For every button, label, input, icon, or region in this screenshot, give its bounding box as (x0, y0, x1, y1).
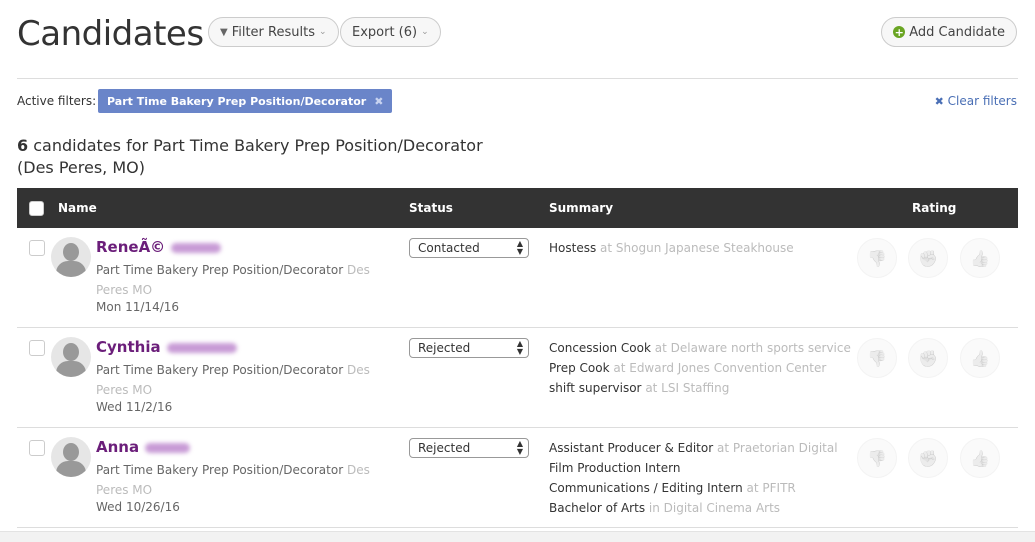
page-title: Candidates (17, 14, 204, 54)
close-icon[interactable]: ✖ (374, 95, 383, 108)
candidate-date: Wed 11/2/16 (96, 400, 173, 414)
redacted-surname (171, 242, 222, 253)
summary-detail: in Digital Cinema Arts (648, 501, 781, 515)
summary-detail: at LSI Staffing (645, 381, 730, 395)
summary-title: Hostess (549, 241, 597, 255)
thumbs-down-icon[interactable]: 👎 (857, 238, 897, 278)
candidate-name-link[interactable]: Anna (96, 438, 191, 456)
candidate-job: Part Time Bakery Prep Position/Decorator… (96, 363, 370, 397)
candidate-job: Part Time Bakery Prep Position/Decorator… (96, 463, 370, 497)
candidate-summary: Assistant Producer & Editor at Praetoria… (549, 438, 838, 518)
candidate-date: Wed 10/26/16 (96, 500, 180, 514)
candidate-summary: Hostess at Shogun Japanese Steakhouse (549, 238, 794, 258)
clear-filters-label: Clear filters (947, 94, 1017, 108)
candidate-summary: Concession Cook at Delaware north sports… (549, 338, 851, 398)
select-all-checkbox[interactable] (29, 201, 44, 216)
thumbs-up-icon[interactable]: 👍 (960, 338, 1000, 378)
select-arrows-icon: ▲ ▼ (516, 339, 523, 356)
filter-icon: ▼ (220, 26, 228, 38)
status-select[interactable]: Contacted ▲ ▼ (409, 238, 529, 258)
table-row: ReneÃ© Part Time Bakery Prep Position/De… (17, 228, 1018, 328)
add-candidate-button[interactable]: + Add Candidate (881, 17, 1017, 47)
select-arrows-icon: ▲ ▼ (516, 239, 523, 256)
summary-title: Concession Cook (549, 341, 651, 355)
thumbs-up-icon[interactable]: 👍 (960, 238, 1000, 278)
table-row: Cynthia Part Time Bakery Prep Position/D… (17, 328, 1018, 428)
column-rating: Rating (912, 201, 957, 215)
summary-title: Prep Cook (549, 361, 610, 375)
filter-results-label: Filter Results (231, 24, 315, 40)
thumbs-down-icon[interactable]: 👎 (857, 438, 897, 478)
results-heading: 6 candidates for Part Time Bakery Prep P… (17, 135, 483, 179)
summary-detail: at Delaware north sports service (654, 341, 851, 355)
candidate-name-link[interactable]: Cynthia (96, 338, 237, 356)
export-label: Export (6) (352, 24, 418, 40)
summary-title: shift supervisor (549, 381, 642, 395)
summary-detail: at Shogun Japanese Steakhouse (600, 241, 794, 255)
summary-line: Assistant Producer & Editor at Praetoria… (549, 438, 838, 458)
summary-detail: at PFITR (746, 481, 796, 495)
plus-circle-icon: + (893, 25, 906, 39)
summary-line: Bachelor of Arts in Digital Cinema Arts (549, 498, 838, 518)
filter-chip-label: Part Time Bakery Prep Position/Decorator (107, 94, 367, 108)
thumbs-down-icon[interactable]: 👎 (857, 338, 897, 378)
table-header: Name Status Summary Rating (17, 188, 1018, 228)
summary-detail: at Praetorian Digital (716, 441, 838, 455)
add-candidate-label: Add Candidate (909, 24, 1005, 40)
active-filters-label: Active filters: (17, 94, 97, 108)
summary-line: Prep Cook at Edward Jones Convention Cen… (549, 358, 851, 378)
clear-filters-link[interactable]: ✖ Clear filters (935, 94, 1017, 108)
summary-title: Bachelor of Arts (549, 501, 646, 515)
avatar (51, 237, 91, 277)
redacted-surname (166, 342, 237, 353)
avatar (51, 337, 91, 377)
footer (0, 531, 1035, 542)
export-button[interactable]: Export (6) ⌄ (340, 17, 441, 47)
candidate-job: Part Time Bakery Prep Position/Decorator… (96, 263, 370, 297)
result-text: candidates for Part Time Bakery Prep Pos… (28, 136, 483, 155)
avatar (51, 437, 91, 477)
row-checkbox[interactable] (29, 440, 45, 456)
row-checkbox[interactable] (29, 240, 45, 256)
close-icon: ✖ (934, 95, 944, 108)
status-select[interactable]: Rejected ▲ ▼ (409, 338, 529, 358)
thumbs-up-icon[interactable]: 👍 (960, 438, 1000, 478)
chevron-down-icon: ⌄ (318, 27, 327, 37)
result-count: 6 (17, 136, 29, 155)
candidate-date: Mon 11/14/16 (96, 300, 180, 314)
column-name: Name (58, 201, 97, 215)
select-arrows-icon: ▲ ▼ (516, 439, 523, 456)
summary-title: Communications / Editing Intern (549, 481, 743, 495)
summary-title: Film Production Intern (549, 461, 681, 475)
row-checkbox[interactable] (29, 340, 45, 356)
column-summary: Summary (549, 201, 614, 215)
neutral-fist-icon[interactable]: ✊ (908, 238, 948, 278)
chevron-down-icon: ⌄ (421, 27, 429, 37)
summary-line: Communications / Editing Intern at PFITR (549, 478, 838, 498)
neutral-fist-icon[interactable]: ✊ (908, 438, 948, 478)
active-filter-chip[interactable]: Part Time Bakery Prep Position/Decorator… (98, 89, 393, 113)
redacted-surname (145, 442, 191, 453)
summary-line: Film Production Intern (549, 458, 838, 478)
result-location: (Des Peres, MO) (17, 158, 145, 177)
filter-results-button[interactable]: ▼ Filter Results ⌄ (208, 17, 339, 47)
summary-line: Concession Cook at Delaware north sports… (549, 338, 851, 358)
candidate-name-link[interactable]: ReneÃ© (96, 238, 222, 256)
summary-line: shift supervisor at LSI Staffing (549, 378, 851, 398)
neutral-fist-icon[interactable]: ✊ (908, 338, 948, 378)
column-status: Status (409, 201, 453, 215)
table-row: Anna Part Time Bakery Prep Position/Deco… (17, 428, 1018, 528)
summary-detail: at Edward Jones Convention Center (613, 361, 827, 375)
divider (17, 78, 1018, 79)
status-select[interactable]: Rejected ▲ ▼ (409, 438, 529, 458)
summary-title: Assistant Producer & Editor (549, 441, 714, 455)
summary-line: Hostess at Shogun Japanese Steakhouse (549, 238, 794, 258)
